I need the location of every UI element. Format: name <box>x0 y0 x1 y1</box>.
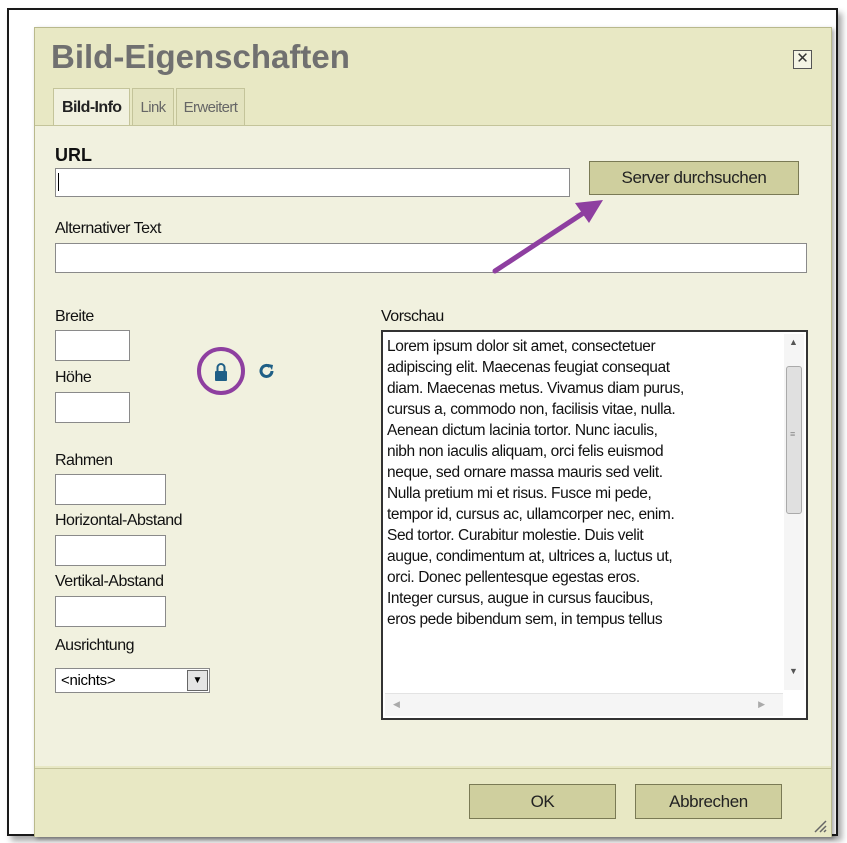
resize-grip-icon[interactable] <box>811 817 827 833</box>
reset-size-icon[interactable] <box>257 361 277 381</box>
width-label: Breite <box>55 308 94 325</box>
preview-line: orci. Donec pellentesque egestas eros. <box>387 569 640 586</box>
text-caret <box>58 173 59 191</box>
preview-line: augue, condimentum at, ultrices a, luctu… <box>387 548 673 565</box>
grip-icon: ≡ <box>790 429 796 439</box>
border-label: Rahmen <box>55 452 113 469</box>
close-icon[interactable]: ✕ <box>793 50 812 69</box>
alt-text-label: Alternativer Text <box>55 220 161 237</box>
preview-horizontal-scrollbar[interactable]: ◀ ▶ <box>385 693 783 716</box>
scroll-down-icon[interactable]: ▼ <box>789 666 798 676</box>
cancel-button[interactable]: Abbrechen <box>635 784 782 819</box>
preview-line: Sed tortor. Curabitur molestie. Duis vel… <box>387 527 644 544</box>
alignment-label: Ausrichtung <box>55 637 135 654</box>
url-label: URL <box>55 145 92 165</box>
scroll-up-icon[interactable]: ▲ <box>789 337 798 347</box>
preview-line: nibh non iaculis aliquam, orci felis eui… <box>387 443 664 460</box>
hspace-input[interactable] <box>55 535 166 566</box>
preview-line: adipiscing elit. Maecenas feugiat conseq… <box>387 359 670 376</box>
height-input[interactable] <box>55 392 130 423</box>
preview-line: Nulla pretium mi et risus. Fusce mi pede… <box>387 485 652 502</box>
scrollbar-thumb[interactable]: ≡ <box>786 366 802 514</box>
preview-line: diam. Maecenas metus. Vivamus diam purus… <box>387 380 684 397</box>
alt-text-input[interactable] <box>55 243 807 273</box>
chevron-down-icon[interactable]: ▼ <box>187 670 208 691</box>
height-label: Höhe <box>55 369 92 386</box>
alignment-select[interactable]: <nichts> ▼ <box>55 668 210 693</box>
alignment-value: <nichts> <box>61 672 116 689</box>
preview-line: Lorem ipsum dolor sit amet, consectetuer <box>387 338 656 355</box>
hspace-label: Horizontal-Abstand <box>55 512 183 529</box>
border-input[interactable] <box>55 474 166 505</box>
scroll-right-icon[interactable]: ▶ <box>758 699 765 710</box>
preview-line: cursus a, commodo non, facilisis vitae, … <box>387 401 676 418</box>
tab-image-info[interactable]: Bild-Info <box>53 88 131 127</box>
preview-box: Lorem ipsum dolor sit amet, consectetuer… <box>381 330 808 720</box>
dialog-title: Bild-Eigenschaften <box>51 38 350 75</box>
width-input[interactable] <box>55 330 130 361</box>
vspace-label: Vertikal-Abstand <box>55 573 164 590</box>
annotation-arrow-icon <box>492 200 603 274</box>
tab-panel-image-info: URL Server durchsuchen Alternativer Text… <box>35 125 831 766</box>
preview-text: Lorem ipsum dolor sit amet, consectetuer… <box>387 336 779 690</box>
preview-vertical-scrollbar[interactable]: ▲ ≡ ▼ <box>784 334 804 690</box>
image-properties-dialog: Bild-Eigenschaften ✕ Bild-Info Link Erwe… <box>34 27 832 837</box>
tab-bar: Bild-Info Link Erweitert <box>53 88 247 127</box>
preview-label: Vorschau <box>381 308 444 325</box>
lock-ratio-icon[interactable] <box>193 346 251 398</box>
vspace-input[interactable] <box>55 596 166 627</box>
tab-advanced[interactable]: Erweitert <box>175 88 246 125</box>
scroll-left-icon[interactable]: ◀ <box>393 699 400 710</box>
preview-line: Aenean dictum lacinia tortor. Nunc iacul… <box>387 422 658 439</box>
dialog-footer: OK Abbrechen <box>35 768 831 837</box>
ok-button[interactable]: OK <box>469 784 616 819</box>
screenshot-frame: Bild-Eigenschaften ✕ Bild-Info Link Erwe… <box>7 8 838 837</box>
preview-line: Integer cursus, augue in cursus faucibus… <box>387 590 654 607</box>
preview-line: eros pede bibendum sem, in tempus tellus <box>387 611 663 628</box>
preview-line: neque, sed ornare massa mauris sed velit… <box>387 464 663 481</box>
tab-link[interactable]: Link <box>132 88 174 125</box>
preview-line: tempor id, cursus ac, ullamcorper nec, e… <box>387 506 675 523</box>
